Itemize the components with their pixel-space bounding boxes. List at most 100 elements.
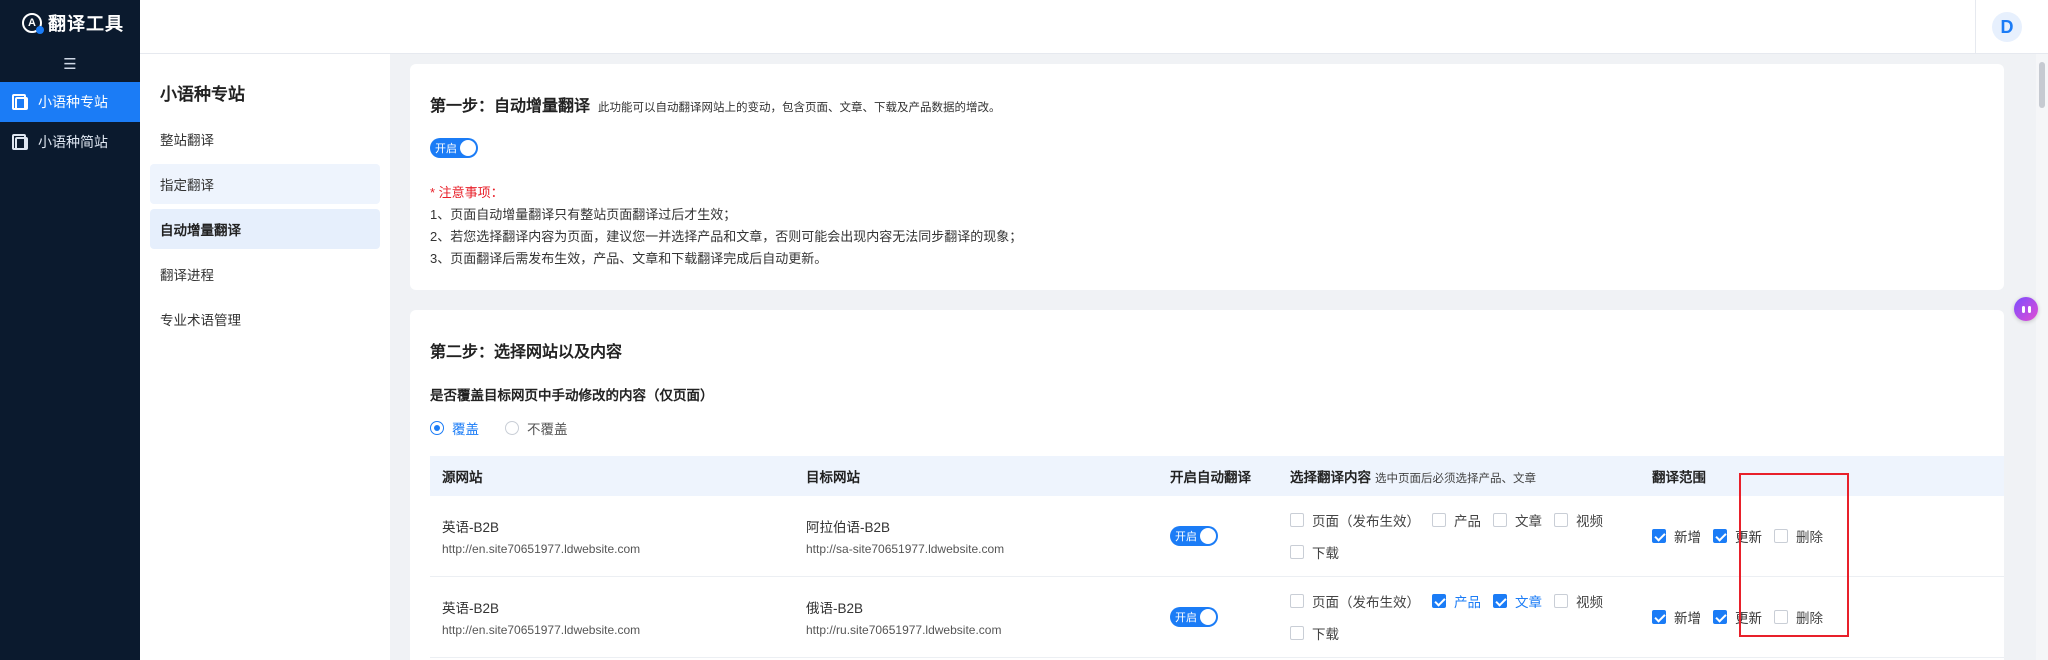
main-sidebar: A 翻译工具 ☰ 小语种专站 小语种简站 <box>0 0 140 660</box>
checkbox-video[interactable]: 视频 <box>1554 510 1603 530</box>
sidebar-item-minor-language-simple-site[interactable]: 小语种简站 <box>0 122 140 162</box>
checkbox-scope-add[interactable]: 新增 <box>1652 607 1701 627</box>
main-content: 第一步：自动增量翻译 此功能可以自动翻译网站上的变动，包含页面、文章、下载及产品… <box>390 54 2030 660</box>
source-site-name: 英语-B2B <box>442 520 500 535</box>
target-site-url: http://ru.site70651977.ldwebsite.com <box>806 623 1002 637</box>
source-site-name: 英语-B2B <box>442 601 500 616</box>
target-site-name: 阿拉伯语-B2B <box>806 520 891 535</box>
highlight-annotation-box <box>1739 473 1849 637</box>
target-site-name: 俄语-B2B <box>806 601 864 616</box>
checkbox-box <box>1493 513 1507 527</box>
col-content-note: 选中页面后必须选择产品、文章 <box>1375 473 1536 485</box>
checkbox-download[interactable]: 下载 <box>1290 623 1339 643</box>
app-title: 翻译工具 <box>48 14 124 34</box>
content-options-cell: 页面（发布生效） 产品 文章 视频 下载 <box>1278 591 1640 643</box>
checkbox-box <box>1713 610 1727 624</box>
checkbox-box <box>1290 594 1304 608</box>
row-auto-translate-switch[interactable]: 开启 <box>1170 526 1218 546</box>
submenu-item-specified-translation[interactable]: 指定翻译 <box>150 164 380 204</box>
submenu-title: 小语种专站 <box>160 85 245 104</box>
translate-doc-icon <box>12 134 28 150</box>
overwrite-radio-group: 覆盖 不覆盖 <box>430 418 1984 438</box>
checkbox-box <box>1290 545 1304 559</box>
floating-assistant-icon[interactable] <box>2014 297 2038 321</box>
assistant-eye <box>2027 305 2031 313</box>
auto-translate-cell: 开启 <box>1158 607 1278 627</box>
checkbox-label: 产品 <box>1454 595 1481 610</box>
sidebar-item-label: 小语种简站 <box>38 134 108 150</box>
overwrite-question: 是否覆盖目标网页中手动修改的内容（仅页面） <box>430 388 714 403</box>
top-bar: D <box>140 0 2048 54</box>
step1-card: 第一步：自动增量翻译 此功能可以自动翻译网站上的变动，包含页面、文章、下载及产品… <box>410 64 2004 290</box>
submenu-item-full-site-translation[interactable]: 整站翻译 <box>150 119 380 159</box>
radio-label: 覆盖 <box>452 422 479 437</box>
submenu-item-terminology-management[interactable]: 专业术语管理 <box>150 299 380 339</box>
checkbox-box <box>1554 513 1568 527</box>
page-scrollbar[interactable] <box>2036 54 2048 660</box>
target-site-url: http://sa-site70651977.ldwebsite.com <box>806 542 1005 556</box>
scrollbar-thumb[interactable] <box>2039 62 2045 108</box>
checkbox-box <box>1493 594 1507 608</box>
app-logo[interactable]: A 翻译工具 <box>0 0 140 46</box>
step1-header: 第一步：自动增量翻译 此功能可以自动翻译网站上的变动，包含页面、文章、下载及产品… <box>430 92 1984 116</box>
checkbox-scope-add[interactable]: 新增 <box>1652 526 1701 546</box>
checkbox-box <box>1290 626 1304 640</box>
assistant-eye <box>2021 305 2025 313</box>
target-site-cell: 俄语-B2B http://ru.site70651977.ldwebsite.… <box>794 597 1158 637</box>
radio-overwrite[interactable]: 覆盖 <box>430 418 479 438</box>
radio-no-overwrite[interactable]: 不覆盖 <box>505 418 568 438</box>
collapse-menu-icon[interactable]: ☰ <box>0 46 140 82</box>
checkbox-label: 页面（发布生效） <box>1312 514 1420 529</box>
checkbox-label: 下载 <box>1312 627 1339 642</box>
checkbox-product[interactable]: 产品 <box>1432 591 1481 611</box>
note-line: 3、页面翻译后需发布生效，产品、文章和下载翻译完成后自动更新。 <box>430 251 828 266</box>
checkbox-label: 新增 <box>1674 611 1701 626</box>
user-avatar[interactable]: D <box>1992 12 2022 42</box>
secondary-menu: 小语种专站 整站翻译 指定翻译 自动增量翻译 翻译进程 专业术语管理 <box>140 54 390 660</box>
checkbox-box <box>1652 529 1666 543</box>
source-site-url: http://en.site70651977.ldwebsite.com <box>442 542 641 556</box>
checkbox-box <box>1652 610 1666 624</box>
checkbox-box <box>1713 529 1727 543</box>
radio-dot <box>505 421 519 435</box>
checkbox-label: 文章 <box>1515 595 1542 610</box>
content-options-cell: 页面（发布生效） 产品 文章 视频 下载 <box>1278 510 1640 562</box>
checkbox-page[interactable]: 页面（发布生效） <box>1290 510 1420 530</box>
checkbox-label: 页面（发布生效） <box>1312 595 1420 610</box>
source-site-cell: 英语-B2B http://en.site70651977.ldwebsite.… <box>430 597 794 637</box>
topbar-divider <box>1975 0 1976 54</box>
step1-title: 第一步：自动增量翻译 <box>430 98 591 115</box>
submenu-item-translation-progress[interactable]: 翻译进程 <box>150 254 380 294</box>
checkbox-box <box>1290 513 1304 527</box>
checkbox-box <box>1432 594 1446 608</box>
checkbox-label: 视频 <box>1576 595 1603 610</box>
checkbox-download[interactable]: 下载 <box>1290 542 1339 562</box>
sidebar-item-minor-language-site[interactable]: 小语种专站 <box>0 82 140 122</box>
checkbox-label: 新增 <box>1674 530 1701 545</box>
checkbox-box <box>1554 594 1568 608</box>
col-target-site: 目标网站 <box>806 470 860 485</box>
source-site-url: http://en.site70651977.ldwebsite.com <box>442 623 641 637</box>
notes-heading: * 注意事项： <box>430 185 504 200</box>
col-auto-translate: 开启自动翻译 <box>1170 470 1251 485</box>
checkbox-video[interactable]: 视频 <box>1554 591 1603 611</box>
note-line: 1、页面自动增量翻译只有整站页面翻译过后才生效； <box>430 207 737 222</box>
checkbox-product[interactable]: 产品 <box>1432 510 1481 530</box>
step2-title: 第二步：选择网站以及内容 <box>430 344 623 361</box>
note-line: 2、若您选择翻译内容为页面，建议您一并选择产品和文章，否则可能会出现内容无法同步… <box>430 229 1023 244</box>
checkbox-article[interactable]: 文章 <box>1493 510 1542 530</box>
submenu-item-auto-incremental-translation[interactable]: 自动增量翻译 <box>150 209 380 249</box>
source-site-cell: 英语-B2B http://en.site70651977.ldwebsite.… <box>430 516 794 556</box>
logo-icon: A <box>22 13 44 34</box>
step1-description: 此功能可以自动翻译网站上的变动，包含页面、文章、下载及产品数据的增改。 <box>598 102 1001 114</box>
col-source-site: 源网站 <box>442 470 483 485</box>
auto-translate-switch[interactable]: 开启 <box>430 138 478 158</box>
checkbox-label: 产品 <box>1454 514 1481 529</box>
target-site-cell: 阿拉伯语-B2B http://sa-site70651977.ldwebsit… <box>794 516 1158 556</box>
row-auto-translate-switch[interactable]: 开启 <box>1170 607 1218 627</box>
col-content: 选择翻译内容 选中页面后必须选择产品、文章 <box>1278 466 1640 486</box>
notes-section: * 注意事项： 1、页面自动增量翻译只有整站页面翻译过后才生效； 2、若您选择翻… <box>430 182 1984 270</box>
checkbox-page[interactable]: 页面（发布生效） <box>1290 591 1420 611</box>
checkbox-article[interactable]: 文章 <box>1493 591 1542 611</box>
checkbox-box <box>1432 513 1446 527</box>
